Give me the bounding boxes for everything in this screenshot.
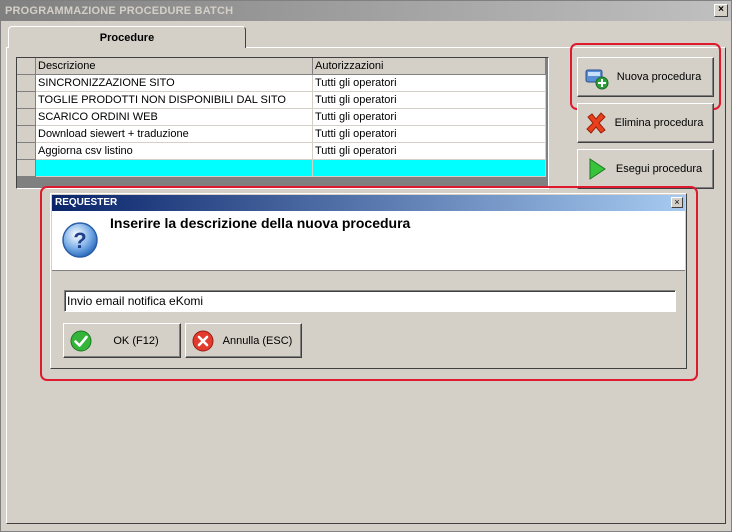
table-row-selected[interactable] (17, 159, 546, 177)
row-indicator[interactable] (17, 142, 36, 160)
procedures-grid[interactable]: Descrizione Autorizzazioni SINCRONIZZAZI… (16, 57, 549, 189)
delete-procedure-button[interactable]: Elimina procedura (577, 103, 714, 143)
cancel-label: Annulla (ESC) (222, 334, 293, 347)
new-procedure-label: Nuova procedura (616, 71, 702, 83)
row-indicator[interactable] (17, 91, 36, 109)
grid-header: Descrizione Autorizzazioni (17, 58, 546, 75)
requester-dialog: REQUESTER × ? Inserire la descrizione de… (50, 193, 687, 369)
cell-descrizione[interactable]: SINCRONIZZAZIONE SITO (35, 74, 313, 92)
table-row[interactable]: Aggiorna csv listino Tutti gli operatori (17, 142, 546, 160)
ok-button[interactable]: OK (F12) (63, 323, 181, 358)
cell-autorizzazioni[interactable] (312, 159, 546, 177)
cancel-button[interactable]: Annulla (ESC) (185, 323, 302, 358)
table-row[interactable]: TOGLIE PRODOTTI NON DISPONIBILI DAL SITO… (17, 91, 546, 109)
ok-label: OK (F12) (113, 334, 159, 347)
table-row[interactable]: SINCRONIZZAZIONE SITO Tutti gli operator… (17, 74, 546, 92)
run-procedure-button[interactable]: Esegui procedura (577, 149, 714, 189)
checkmark-icon (70, 330, 92, 351)
green-play-icon (589, 158, 606, 180)
requester-close-button[interactable]: × (671, 197, 683, 208)
cell-descrizione[interactable]: SCARICO ORDINI WEB (35, 108, 313, 126)
new-procedure-button[interactable]: Nuova procedura (577, 57, 714, 97)
cell-autorizzazioni[interactable]: Tutti gli operatori (312, 91, 546, 109)
cell-descrizione[interactable]: Download siewert + traduzione (35, 125, 313, 143)
row-indicator[interactable] (17, 74, 36, 92)
tab-procedure[interactable]: Procedure (8, 26, 246, 48)
cell-autorizzazioni[interactable]: Tutti gli operatori (312, 74, 546, 92)
new-procedure-icon (585, 69, 609, 90)
requester-message: Inserire la descrizione della nuova proc… (110, 215, 411, 231)
svg-text:?: ? (73, 228, 86, 253)
window-close-button[interactable]: × (714, 4, 728, 17)
question-icon: ? (62, 222, 98, 258)
requester-title: REQUESTER (52, 195, 685, 211)
row-indicator[interactable] (17, 125, 36, 143)
run-procedure-label: Esegui procedura (615, 163, 703, 175)
cell-descrizione[interactable] (35, 159, 313, 177)
window-title: PROGRAMMAZIONE PROCEDURE BATCH (1, 1, 731, 21)
table-row[interactable]: SCARICO ORDINI WEB Tutti gli operatori (17, 108, 546, 126)
procedure-description-input[interactable]: Invio email notifica eKomi (64, 290, 676, 312)
table-row[interactable]: Download siewert + traduzione Tutti gli … (17, 125, 546, 143)
cell-autorizzazioni[interactable]: Tutti gli operatori (312, 142, 546, 160)
cancel-icon (192, 330, 214, 351)
red-x-icon (586, 112, 606, 134)
row-indicator[interactable] (17, 159, 36, 177)
requester-message-area: ? Inserire la descrizione della nuova pr… (52, 211, 685, 271)
cell-descrizione[interactable]: Aggiorna csv listino (35, 142, 313, 160)
row-indicator[interactable] (17, 108, 36, 126)
cell-descrizione[interactable]: TOGLIE PRODOTTI NON DISPONIBILI DAL SITO (35, 91, 313, 109)
cell-autorizzazioni[interactable]: Tutti gli operatori (312, 108, 546, 126)
tab-label: Procedure (99, 32, 155, 44)
cell-autorizzazioni[interactable]: Tutti gli operatori (312, 125, 546, 143)
delete-procedure-label: Elimina procedura (614, 117, 704, 129)
column-header-descrizione[interactable]: Descrizione (35, 58, 313, 75)
column-header-autorizzazioni[interactable]: Autorizzazioni (312, 58, 546, 75)
row-indicator-header (17, 58, 36, 75)
